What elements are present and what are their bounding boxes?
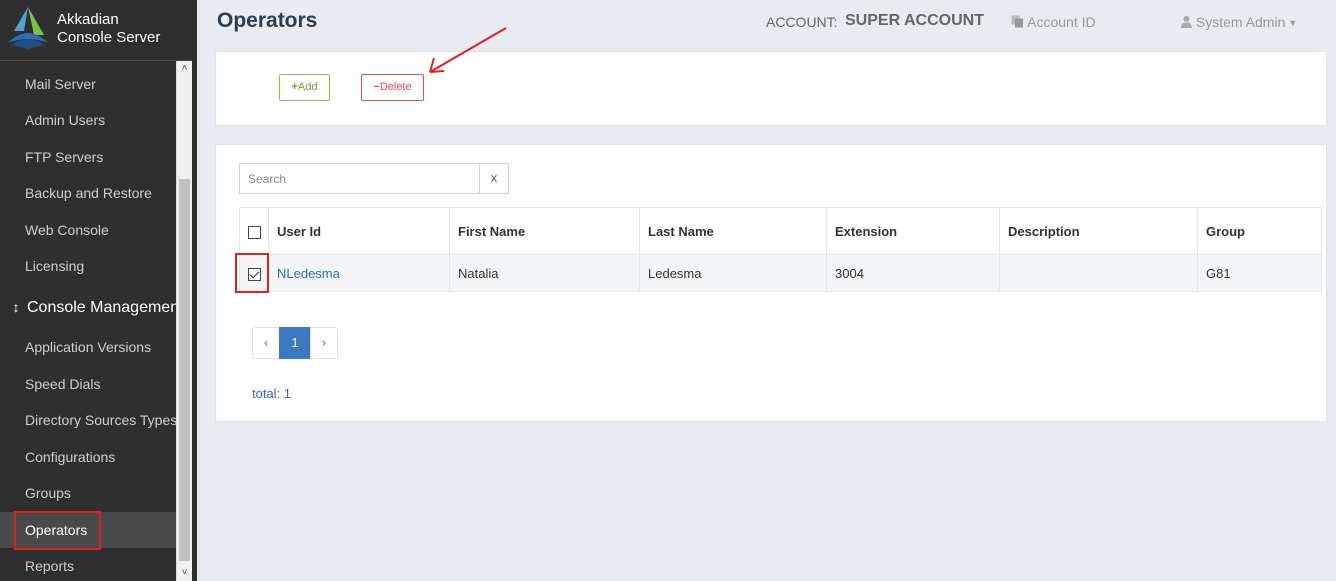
sidebar-item-reports[interactable]: Reports bbox=[0, 548, 176, 581]
total-count: total: 1 bbox=[252, 386, 292, 401]
column-header-last-name[interactable]: Last Name bbox=[639, 207, 827, 255]
account-id-label: Account ID bbox=[1027, 14, 1096, 30]
sidebar-item-web-console[interactable]: Web Console bbox=[0, 212, 176, 248]
column-header-description[interactable]: Description bbox=[999, 207, 1198, 255]
pagination: ‹ 1 › bbox=[252, 327, 338, 359]
scroll-thumb[interactable] bbox=[179, 179, 190, 561]
annotation-arrow-icon bbox=[429, 27, 507, 73]
sidebar-item-groups[interactable]: Groups bbox=[0, 475, 176, 511]
copy-icon bbox=[1011, 15, 1023, 28]
account-value: SUPER ACCOUNT bbox=[845, 12, 984, 29]
next-page-button[interactable]: › bbox=[310, 327, 338, 359]
caret-down-icon: ▼ bbox=[1288, 18, 1298, 29]
sidebar-section-label: Console Management bbox=[27, 299, 184, 316]
sidebar-item-licensing[interactable]: Licensing bbox=[0, 248, 176, 284]
column-header-user-id[interactable]: User Id bbox=[268, 207, 450, 255]
select-all-checkbox[interactable] bbox=[247, 225, 261, 239]
sidebar-item-configurations[interactable]: Configurations bbox=[0, 439, 176, 475]
column-header-extension[interactable]: Extension bbox=[826, 207, 1000, 255]
cell-user-id: NLedesma bbox=[268, 254, 450, 292]
sidebar-item-backup-restore[interactable]: Backup and Restore bbox=[0, 175, 176, 211]
brand-line-1: Akkadian bbox=[57, 11, 119, 28]
table-header-row: User Id First Name Last Name Extension D… bbox=[239, 207, 1322, 255]
sidebar-edge bbox=[192, 0, 197, 581]
sidebar-item-application-versions[interactable]: Application Versions bbox=[0, 329, 176, 365]
brand[interactable]: Akkadian Console Server bbox=[0, 0, 196, 60]
user-icon bbox=[1181, 16, 1192, 28]
account-label: ACCOUNT: bbox=[766, 14, 838, 30]
user-id-link[interactable]: NLedesma bbox=[277, 266, 340, 281]
sidebar-item-ftp-servers[interactable]: FTP Servers bbox=[0, 139, 176, 175]
brand-line-2: Console Server bbox=[57, 29, 161, 46]
delete-button-label: Delete bbox=[379, 81, 412, 93]
sidebar-item-mail-server[interactable]: Mail Server bbox=[0, 66, 176, 102]
prev-page-button[interactable]: ‹ bbox=[252, 327, 280, 359]
operators-table: User Id First Name Last Name Extension D… bbox=[239, 207, 1322, 292]
cell-group: G81 bbox=[1197, 254, 1322, 292]
brand-name: Akkadian Console Server bbox=[57, 11, 160, 47]
sidebar-item-directory-sources-types[interactable]: Directory Sources Types bbox=[0, 402, 176, 438]
column-header-first-name[interactable]: First Name bbox=[449, 207, 640, 255]
cell-description bbox=[999, 254, 1198, 292]
expand-collapse-icon: ↕ bbox=[12, 299, 20, 315]
user-menu[interactable]: System Admin ▼ bbox=[1181, 14, 1297, 30]
add-button[interactable]: +Add bbox=[279, 74, 330, 101]
page-title: Operators bbox=[217, 9, 318, 32]
cell-first-name: Natalia bbox=[449, 254, 640, 292]
sidebar-scrollbar[interactable]: ˄ ˅ bbox=[176, 61, 192, 581]
sidebar-divider bbox=[0, 60, 196, 61]
add-button-label: Add bbox=[297, 81, 318, 93]
scroll-down-icon[interactable]: ˅ bbox=[177, 565, 192, 581]
delete-button[interactable]: −Delete bbox=[361, 74, 424, 101]
cell-extension: 3004 bbox=[826, 254, 1000, 292]
sidebar-item-speed-dials[interactable]: Speed Dials bbox=[0, 366, 176, 402]
checkbox-highlight-box bbox=[235, 253, 269, 293]
page-button-current[interactable]: 1 bbox=[279, 327, 311, 359]
cell-last-name: Ledesma bbox=[639, 254, 827, 292]
operators-highlight-box bbox=[14, 511, 101, 550]
table-row[interactable]: NLedesma Natalia Ledesma 3004 G81 bbox=[239, 254, 1322, 292]
search-clear-button[interactable]: x bbox=[479, 163, 509, 194]
account-id-link[interactable]: Account ID bbox=[1011, 14, 1096, 30]
sidebar-item-admin-users[interactable]: Admin Users bbox=[0, 102, 176, 138]
scroll-up-icon[interactable]: ˄ bbox=[177, 61, 192, 77]
user-menu-label: System Admin bbox=[1195, 14, 1286, 30]
akkadian-logo-icon bbox=[8, 7, 48, 49]
select-all-cell bbox=[239, 207, 269, 255]
sidebar-section-console-management[interactable]: ↕ Console Management bbox=[0, 289, 184, 325]
search-input[interactable] bbox=[239, 163, 480, 194]
column-header-group[interactable]: Group bbox=[1197, 207, 1322, 255]
